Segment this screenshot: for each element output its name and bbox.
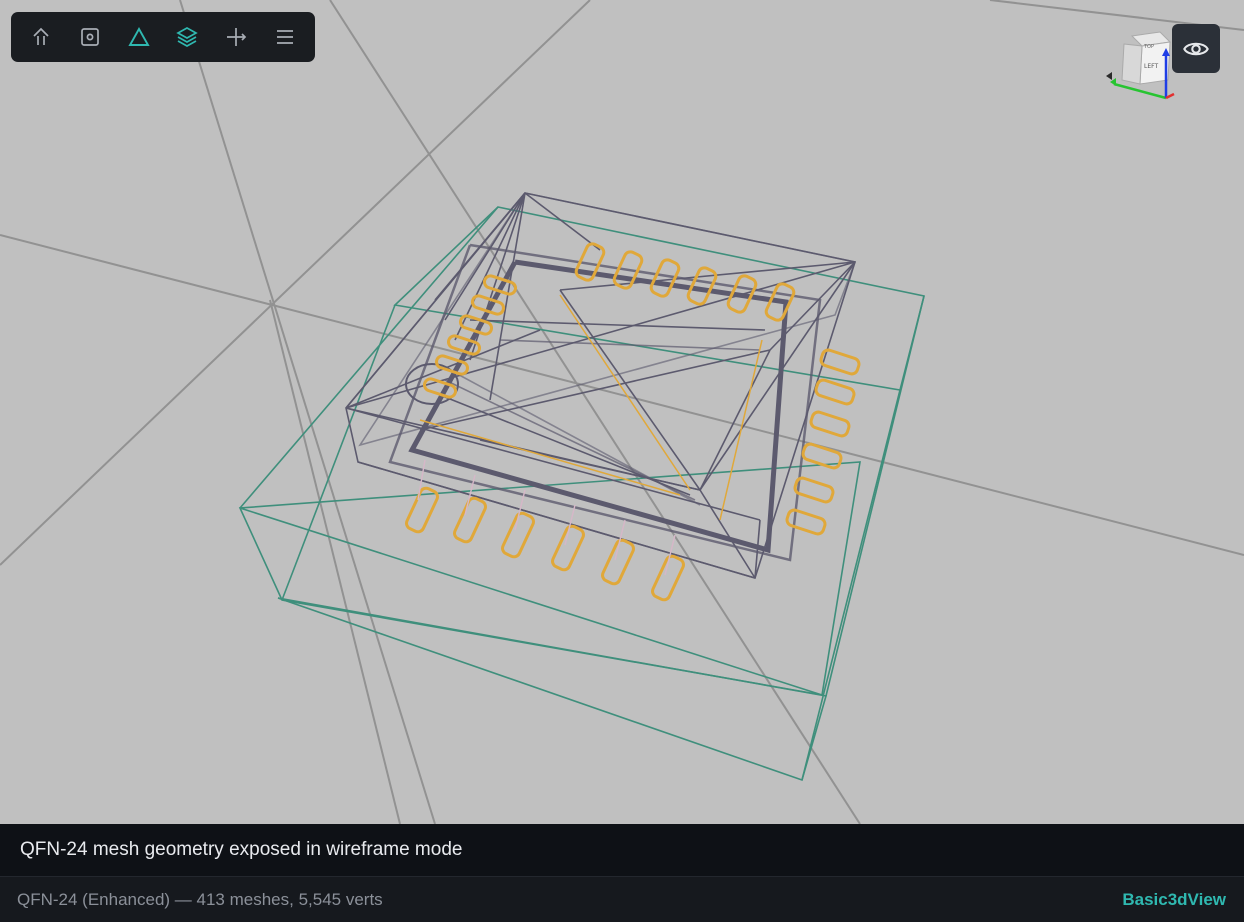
wireframe-toggle-button[interactable] — [121, 19, 156, 55]
eye-icon — [1183, 42, 1209, 55]
pin — [785, 508, 827, 536]
3d-viewport[interactable]: TOP LEFT — [0, 0, 1244, 824]
view-cube[interactable]: TOP LEFT — [1104, 28, 1178, 102]
caption-bar: QFN-24 mesh geometry exposed in wirefram… — [0, 824, 1244, 876]
layers-button[interactable] — [170, 19, 205, 55]
status-bar: QFN-24 (Enhanced) — 413 meshes, 5,545 ve… — [0, 876, 1244, 922]
bounding-box — [238, 206, 925, 782]
chip-body-mesh — [345, 192, 857, 579]
model-info-text: QFN-24 (Enhanced) — 413 meshes, 5,545 ve… — [17, 889, 383, 909]
view-cube-face-label: LEFT — [1144, 63, 1158, 70]
viewer-toolbar — [11, 12, 315, 62]
wireframe-scene[interactable] — [0, 0, 1244, 824]
axis-button[interactable] — [219, 19, 254, 55]
brand-label: Basic3dView — [1122, 889, 1226, 909]
frame-icon — [81, 28, 99, 46]
menu-button[interactable] — [267, 19, 302, 55]
pin — [814, 378, 856, 406]
axis-icon — [227, 28, 247, 46]
caption-text: QFN-24 mesh geometry exposed in wirefram… — [20, 839, 463, 860]
visibility-toggle-button[interactable] — [1172, 24, 1220, 73]
pin — [649, 258, 681, 298]
frame-button[interactable] — [73, 19, 108, 55]
home-button[interactable] — [24, 19, 59, 55]
pin — [453, 496, 487, 544]
ground-grid — [0, 0, 1244, 824]
wireframe-triangle-icon — [128, 27, 150, 46]
menu-icon — [276, 30, 293, 44]
pin — [686, 266, 718, 306]
layers-icon — [176, 27, 199, 47]
pin — [458, 314, 494, 336]
home-icon — [33, 27, 49, 45]
pin — [809, 410, 851, 438]
view-cube-top-label: TOP — [1143, 44, 1154, 50]
